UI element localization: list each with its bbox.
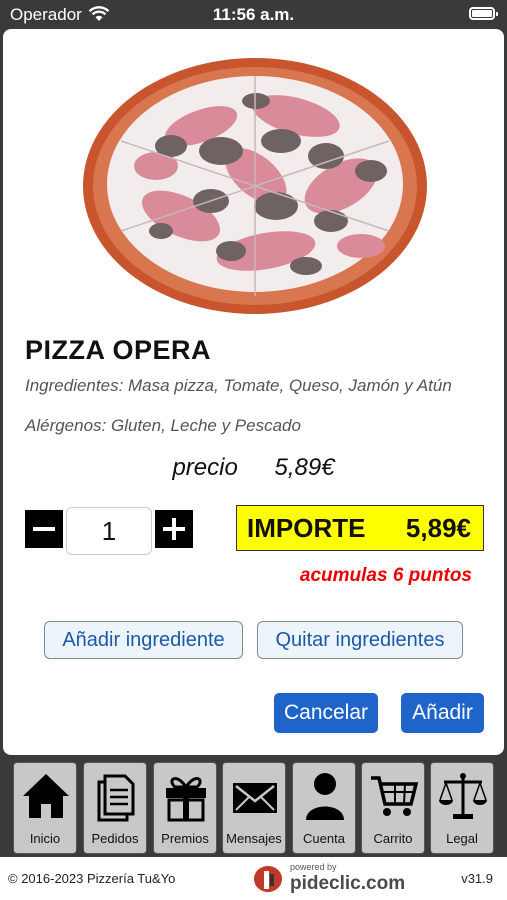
price-row: precio 5,89€ xyxy=(3,454,504,482)
quantity-field[interactable]: 1 xyxy=(66,507,152,555)
nav-item-pedidos[interactable]: Pedidos xyxy=(83,762,147,854)
home-icon xyxy=(23,774,69,818)
bottom-nav: Inicio Pedidos Premios Mensajes Cuenta C… xyxy=(0,759,507,857)
nav-label: Inicio xyxy=(29,831,61,846)
points-text: acumulas 6 puntos xyxy=(299,565,472,586)
cart-icon xyxy=(371,776,419,816)
cancel-button[interactable]: Cancelar xyxy=(274,693,378,733)
powered-by-label: powered by xyxy=(290,862,337,872)
nav-label: Carrito xyxy=(373,831,413,846)
ingredients-text: Ingredientes: Masa pizza, Tomate, Queso,… xyxy=(25,376,452,395)
increase-quantity-button[interactable] xyxy=(155,510,193,548)
nav-label: Mensajes xyxy=(226,831,282,846)
scales-icon xyxy=(439,773,487,819)
product-title: PIZZA OPERA xyxy=(25,335,212,365)
nav-item-mensajes[interactable]: Mensajes xyxy=(222,762,286,854)
total-amount-box: IMPORTE 5,89€ xyxy=(236,505,484,551)
gift-icon xyxy=(166,777,206,822)
pideclic-logo-icon xyxy=(254,866,282,892)
brand-logo[interactable]: powered by pideclic.com xyxy=(252,862,412,896)
nav-item-premios[interactable]: Premios xyxy=(153,762,217,854)
product-dialog: PIZZA OPERA Ingredientes: Masa pizza, To… xyxy=(3,29,504,755)
nav-label: Legal xyxy=(446,831,478,846)
allergens-text: Alérgenos: Gluten, Leche y Pescado xyxy=(25,416,301,435)
envelope-icon xyxy=(233,783,277,813)
pizza-image xyxy=(83,58,427,314)
price-label: precio xyxy=(172,454,238,481)
nav-item-carrito[interactable]: Carrito xyxy=(361,762,425,854)
add-ingredient-button[interactable]: Añadir ingrediente xyxy=(44,621,243,659)
nav-item-inicio[interactable]: Inicio xyxy=(13,762,77,854)
price-value: 5,89€ xyxy=(274,454,335,481)
copyright-text: © 2016-2023 Pizzería Tu&Yo xyxy=(8,871,176,886)
nav-item-legal[interactable]: Legal xyxy=(430,762,494,854)
user-icon xyxy=(306,773,344,820)
status-bar: Operador 11:56 a.m. xyxy=(0,0,507,30)
nav-label: Pedidos xyxy=(91,831,139,846)
nav-label: Premios xyxy=(161,831,209,846)
decrease-quantity-button[interactable] xyxy=(25,510,63,548)
brand-name: pideclic.com xyxy=(290,873,406,894)
footer: © 2016-2023 Pizzería Tu&Yo powered by pi… xyxy=(0,857,507,900)
total-value: 5,89€ xyxy=(405,513,471,543)
total-label: IMPORTE xyxy=(247,513,366,543)
battery-icon xyxy=(469,7,498,20)
nav-label: Cuenta xyxy=(303,831,345,846)
version-label: v31.9 xyxy=(461,871,493,886)
clock: 11:56 a.m. xyxy=(212,5,295,24)
document-icon xyxy=(97,774,135,822)
add-button[interactable]: Añadir xyxy=(401,693,484,733)
nav-item-cuenta[interactable]: Cuenta xyxy=(292,762,356,854)
remove-ingredients-button[interactable]: Quitar ingredientes xyxy=(257,621,463,659)
